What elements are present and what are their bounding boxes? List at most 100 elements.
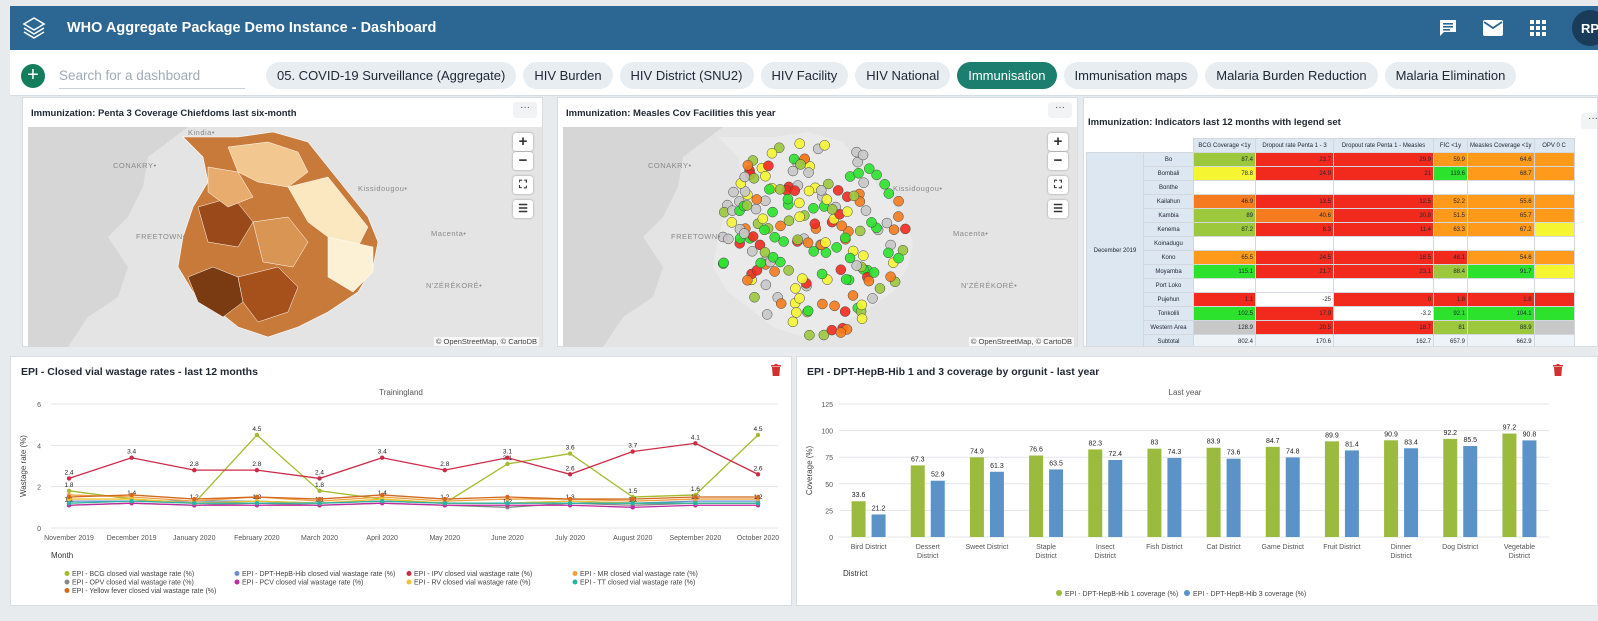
facility-marker[interactable] bbox=[792, 234, 803, 245]
data-point[interactable] bbox=[66, 494, 72, 500]
value-cell[interactable] bbox=[1193, 236, 1256, 251]
value-cell[interactable]: 68.7 bbox=[1467, 166, 1535, 181]
value-cell[interactable]: 0 bbox=[1333, 292, 1434, 307]
bar[interactable] bbox=[1108, 459, 1123, 537]
facility-marker[interactable] bbox=[816, 268, 828, 280]
data-point[interactable] bbox=[442, 467, 448, 473]
facility-marker[interactable] bbox=[864, 163, 875, 174]
facility-marker[interactable] bbox=[764, 184, 775, 195]
value-cell[interactable]: 54.6 bbox=[1467, 250, 1535, 265]
data-point[interactable] bbox=[317, 488, 322, 493]
dashboard-tab[interactable]: HIV District (SNU2) bbox=[619, 62, 754, 89]
facility-marker[interactable] bbox=[840, 274, 852, 285]
column-header[interactable]: FIC <1y bbox=[1433, 138, 1468, 153]
value-cell[interactable]: 87.4 bbox=[1193, 152, 1256, 167]
value-cell[interactable] bbox=[1255, 236, 1334, 251]
data-point[interactable] bbox=[192, 496, 197, 502]
value-cell[interactable] bbox=[1467, 278, 1535, 293]
dashboard-tab[interactable]: HIV Burden bbox=[523, 62, 613, 89]
facility-marker[interactable] bbox=[844, 252, 856, 264]
facility-marker[interactable] bbox=[794, 293, 805, 304]
fullscreen-icon[interactable]: ⛶ bbox=[1048, 176, 1068, 194]
facility-marker[interactable] bbox=[775, 298, 787, 309]
data-point[interactable] bbox=[755, 472, 761, 477]
facility-marker[interactable] bbox=[842, 206, 853, 217]
data-point[interactable] bbox=[567, 472, 573, 477]
bar[interactable] bbox=[1463, 446, 1478, 537]
data-point[interactable] bbox=[755, 432, 761, 438]
item-menu-button[interactable]: ··· bbox=[513, 102, 537, 118]
value-cell[interactable] bbox=[1433, 236, 1468, 251]
facility-marker[interactable] bbox=[757, 213, 769, 224]
facility-marker[interactable] bbox=[760, 170, 771, 182]
facility-marker[interactable] bbox=[794, 138, 805, 149]
data-point[interactable] bbox=[379, 492, 385, 498]
bar[interactable] bbox=[1443, 438, 1458, 537]
data-point[interactable] bbox=[254, 467, 260, 473]
messages-icon[interactable] bbox=[1482, 17, 1504, 39]
facility-marker[interactable] bbox=[866, 217, 877, 228]
value-cell[interactable] bbox=[1533, 194, 1575, 209]
value-cell[interactable]: 102.5 bbox=[1193, 306, 1256, 321]
value-cell[interactable]: 18.7 bbox=[1333, 320, 1434, 335]
choropleth-map[interactable]: Kindia• CONAKRY• FREETOWN• Kissidougou• … bbox=[28, 127, 542, 347]
dashboard-tab[interactable]: Immunisation maps bbox=[1063, 62, 1199, 89]
value-cell[interactable]: 12.5 bbox=[1333, 194, 1434, 209]
facility-marker[interactable] bbox=[863, 275, 875, 287]
value-cell[interactable]: 87.2 bbox=[1193, 222, 1256, 237]
facility-marker[interactable] bbox=[767, 206, 778, 218]
dashboard-tab[interactable]: Malaria Elimination bbox=[1384, 62, 1517, 89]
facility-marker[interactable] bbox=[826, 204, 838, 215]
facility-marker[interactable] bbox=[767, 251, 779, 263]
value-cell[interactable]: 88.9 bbox=[1467, 320, 1535, 335]
value-cell[interactable] bbox=[1533, 320, 1575, 335]
data-point[interactable] bbox=[317, 476, 322, 481]
data-point[interactable] bbox=[129, 455, 134, 460]
data-point[interactable] bbox=[567, 501, 573, 506]
data-point[interactable] bbox=[379, 455, 385, 460]
value-cell[interactable]: 162.7 bbox=[1333, 334, 1434, 346]
facility-marker[interactable] bbox=[797, 273, 808, 284]
facility-marker[interactable] bbox=[759, 224, 770, 236]
facility-marker[interactable] bbox=[804, 329, 815, 341]
facility-marker[interactable] bbox=[879, 179, 890, 190]
series-line[interactable] bbox=[68, 442, 759, 480]
data-point[interactable] bbox=[129, 498, 134, 504]
value-cell[interactable]: 657.9 bbox=[1433, 334, 1468, 346]
value-cell[interactable]: 21.7 bbox=[1255, 264, 1334, 279]
facility-marker[interactable] bbox=[748, 173, 760, 184]
dashboard-tab[interactable]: HIV National bbox=[855, 62, 951, 89]
facility-marker[interactable] bbox=[742, 160, 754, 171]
bar[interactable] bbox=[1344, 450, 1359, 537]
value-cell[interactable] bbox=[1467, 236, 1535, 251]
value-cell[interactable]: 20.5 bbox=[1255, 320, 1334, 335]
facility-marker[interactable] bbox=[885, 271, 896, 282]
facility-marker[interactable] bbox=[775, 220, 786, 232]
value-cell[interactable] bbox=[1533, 180, 1575, 195]
facility-marker[interactable] bbox=[782, 193, 794, 205]
facility-marker[interactable] bbox=[718, 257, 729, 269]
value-cell[interactable]: 24.9 bbox=[1255, 166, 1334, 181]
value-cell[interactable] bbox=[1533, 292, 1575, 307]
value-cell[interactable]: 29.9 bbox=[1333, 152, 1434, 167]
bar[interactable] bbox=[871, 514, 886, 537]
add-dashboard-button[interactable]: + bbox=[21, 64, 45, 88]
value-cell[interactable] bbox=[1533, 166, 1575, 181]
facility-marker[interactable] bbox=[858, 250, 869, 261]
fullscreen-icon[interactable]: ⛶ bbox=[513, 176, 533, 194]
facility-marker[interactable] bbox=[763, 160, 774, 172]
value-cell[interactable]: 104.1 bbox=[1467, 306, 1535, 321]
value-cell[interactable]: 63.3 bbox=[1433, 222, 1468, 237]
facility-marker[interactable] bbox=[802, 237, 814, 248]
value-cell[interactable] bbox=[1193, 278, 1256, 293]
facility-marker[interactable] bbox=[883, 247, 894, 259]
zoom-in-button[interactable]: + bbox=[513, 133, 533, 151]
value-cell[interactable]: 17.9 bbox=[1255, 306, 1334, 321]
zoom-out-button[interactable]: − bbox=[1048, 152, 1068, 170]
value-cell[interactable]: 662.9 bbox=[1467, 334, 1535, 346]
value-cell[interactable] bbox=[1533, 334, 1575, 346]
facility-marker[interactable] bbox=[856, 299, 868, 311]
facility-marker[interactable] bbox=[761, 309, 773, 320]
data-point[interactable] bbox=[317, 496, 322, 502]
value-cell[interactable]: 78.8 bbox=[1193, 166, 1256, 181]
